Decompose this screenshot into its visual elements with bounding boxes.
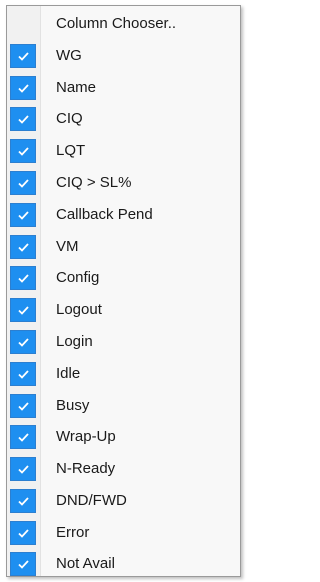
checkmark-icon [10, 266, 36, 290]
menu-item-ciq-sl[interactable]: CIQ > SL% [7, 167, 240, 198]
menu-item-wrap-up[interactable]: Wrap-Up [7, 421, 240, 452]
menu-item-wg[interactable]: WG [7, 40, 240, 71]
menu-item-label: Login [56, 333, 93, 350]
menu-item-label: CIQ > SL% [56, 174, 132, 191]
menu-item-lqt[interactable]: LQT [7, 135, 240, 166]
menu-item-vm[interactable]: VM [7, 231, 240, 262]
column-chooser-label: Column Chooser.. [56, 15, 177, 32]
checkmark-icon [10, 171, 36, 195]
menu-item-label: LQT [56, 142, 86, 159]
menu-item-label: Idle [56, 365, 81, 382]
menu-item-n-ready[interactable]: N-Ready [7, 453, 240, 484]
column-chooser-item[interactable]: Column Chooser.. [7, 8, 240, 39]
checkmark-icon [10, 394, 36, 418]
checkmark-icon [10, 298, 36, 322]
column-chooser-menu: Column Chooser.. WG Name CIQ LQT CIQ > S… [6, 5, 241, 577]
menu-item-not-avail[interactable]: Not Avail [7, 548, 240, 576]
menu-item-label: Not Avail [56, 555, 115, 572]
menu-item-ciq[interactable]: CIQ [7, 103, 240, 134]
menu-item-label: CIQ [56, 110, 83, 127]
menu-item-label: Wrap-Up [56, 428, 116, 445]
menu-item-label: WG [56, 47, 82, 64]
checkmark-icon [10, 425, 36, 449]
menu-item-label: Config [56, 269, 100, 286]
menu-item-label: Busy [56, 397, 90, 414]
checkmark-icon [10, 362, 36, 386]
checkmark-icon [10, 330, 36, 354]
menu-item-config[interactable]: Config [7, 262, 240, 293]
menu-item-login[interactable]: Login [7, 326, 240, 357]
checkmark-icon [10, 235, 36, 259]
checkmark-icon [10, 76, 36, 100]
checkmark-icon [10, 203, 36, 227]
menu-item-logout[interactable]: Logout [7, 294, 240, 325]
checkmark-icon [10, 457, 36, 481]
menu-item-label: N-Ready [56, 460, 116, 477]
checkmark-icon [10, 139, 36, 163]
menu-item-label: Callback Pend [56, 206, 153, 223]
menu-item-label: VM [56, 238, 79, 255]
menu-item-label: Error [56, 524, 90, 541]
checkmark-icon [10, 107, 36, 131]
checkmark-icon [10, 521, 36, 545]
checkmark-icon [10, 552, 36, 576]
menu-item-idle[interactable]: Idle [7, 358, 240, 389]
menu-item-callback-pend[interactable]: Callback Pend [7, 199, 240, 230]
checkmark-icon [10, 44, 36, 68]
menu-item-label: DND/FWD [56, 492, 127, 509]
menu-item-label: Name [56, 79, 97, 96]
checkmark-icon [10, 489, 36, 513]
menu-item-name[interactable]: Name [7, 72, 240, 103]
menu-item-dnd-fwd[interactable]: DND/FWD [7, 485, 240, 516]
menu-item-label: Logout [56, 301, 102, 318]
menu-item-busy[interactable]: Busy [7, 390, 240, 421]
menu-item-error[interactable]: Error [7, 517, 240, 548]
